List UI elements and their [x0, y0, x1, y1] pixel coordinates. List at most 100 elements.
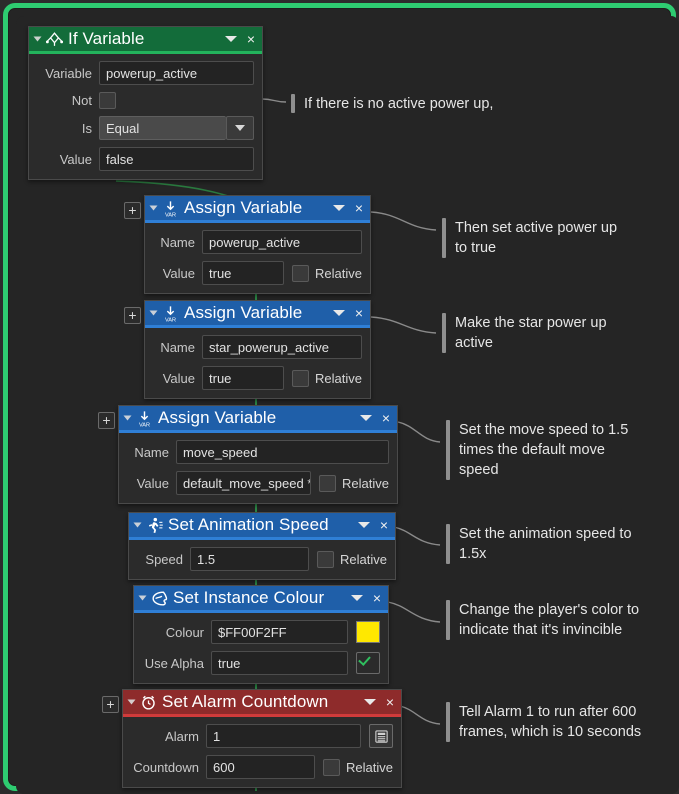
- value-input[interactable]: true: [202, 366, 285, 390]
- field-label: Countdown: [133, 759, 199, 775]
- use-alpha-input[interactable]: true: [211, 651, 348, 675]
- svg-text:VAR: VAR: [165, 317, 176, 323]
- node-header-assign-variable-2[interactable]: VAR Assign Variable ×: [145, 301, 370, 328]
- field-row-alarm: Alarm 1: [131, 724, 393, 748]
- collapse-triangle-icon[interactable]: [149, 310, 158, 316]
- field-row-name: Name powerup_active: [153, 230, 362, 254]
- node-header-set-alarm-countdown[interactable]: Set Alarm Countdown ×: [123, 690, 401, 717]
- close-icon[interactable]: ×: [353, 306, 365, 320]
- collapse-triangle-icon[interactable]: [123, 415, 132, 421]
- speed-input[interactable]: 1.5: [190, 547, 310, 571]
- collapse-triangle-icon[interactable]: [149, 205, 158, 211]
- node-if-variable[interactable]: If Variable × Variable powerup_active No…: [28, 26, 263, 180]
- annotation-text: Make the star power up active: [455, 315, 607, 351]
- branch-icon: [45, 31, 64, 46]
- collapse-triangle-icon[interactable]: [33, 36, 42, 42]
- chevron-down-icon: [235, 125, 245, 131]
- field-row-variable: Variable powerup_active: [37, 61, 254, 85]
- add-branch-button-3[interactable]: +: [98, 412, 115, 429]
- collapse-triangle-icon[interactable]: [133, 522, 142, 528]
- relative-checkbox[interactable]: [319, 474, 337, 492]
- name-input[interactable]: powerup_active: [202, 230, 362, 254]
- countdown-input[interactable]: 600: [206, 755, 316, 779]
- node-set-animation-speed[interactable]: Set Animation Speed × Speed 1.5 Relative: [128, 512, 396, 580]
- close-icon[interactable]: ×: [245, 32, 257, 46]
- colour-input[interactable]: $FF00F2FF: [211, 620, 348, 644]
- chevron-down-icon[interactable]: [225, 36, 237, 42]
- relative-label: Relative: [315, 265, 362, 281]
- node-title: Set Instance Colour: [173, 588, 325, 607]
- node-header-if-variable[interactable]: If Variable ×: [29, 27, 262, 54]
- visual-script-canvas[interactable]: If Variable × Variable powerup_active No…: [16, 16, 679, 794]
- value-input[interactable]: default_move_speed * 1.5: [176, 471, 312, 495]
- annotation-text: Change the player's color to indicate th…: [459, 602, 640, 638]
- chevron-down-icon[interactable]: [333, 205, 345, 211]
- colour-swatch[interactable]: [356, 621, 380, 643]
- collapse-triangle-icon[interactable]: [127, 699, 136, 705]
- alarm-clock-icon: [142, 695, 155, 710]
- close-icon[interactable]: ×: [371, 591, 383, 605]
- relative-checkbox[interactable]: [323, 758, 341, 776]
- node-assign-variable-3[interactable]: VAR Assign Variable × Name move_speed Va…: [118, 405, 398, 504]
- node-set-instance-colour[interactable]: Set Instance Colour × Colour $FF00F2FF U…: [133, 585, 389, 684]
- node-header-set-animation-speed[interactable]: Set Animation Speed ×: [129, 513, 395, 540]
- is-dropdown-button[interactable]: [226, 116, 254, 140]
- var-icon: VAR: [139, 410, 150, 428]
- node-header-assign-variable-1[interactable]: VAR Assign Variable ×: [145, 196, 370, 223]
- node-set-alarm-countdown[interactable]: Set Alarm Countdown × Alarm 1 Countdown …: [122, 689, 402, 788]
- close-icon[interactable]: ×: [353, 201, 365, 215]
- field-row-countdown: Countdown 600 Relative: [131, 755, 393, 779]
- use-alpha-checkbox[interactable]: [356, 652, 380, 674]
- annotation-bar: [442, 218, 446, 258]
- field-row-value: Value false: [37, 147, 254, 171]
- annotation-bar: [446, 600, 450, 640]
- close-icon[interactable]: ×: [380, 411, 392, 425]
- name-input[interactable]: star_powerup_active: [202, 335, 362, 359]
- relative-label: Relative: [315, 370, 362, 386]
- name-input[interactable]: move_speed: [176, 440, 389, 464]
- value-input[interactable]: false: [99, 147, 254, 171]
- add-branch-button-2[interactable]: +: [124, 307, 141, 324]
- field-row-value: Value true Relative: [153, 366, 362, 390]
- node-assign-variable-2[interactable]: VAR Assign Variable × Name star_powerup_…: [144, 300, 371, 399]
- annotation-text: Set the animation speed to 1.5x: [459, 526, 632, 562]
- chevron-down-icon[interactable]: [351, 595, 363, 601]
- annotation-text: Then set active power up to true: [455, 220, 618, 256]
- annotation-6: Change the player's color to indicate th…: [446, 600, 639, 640]
- field-label: Alarm: [165, 728, 199, 744]
- node-assign-variable-1[interactable]: VAR Assign Variable × Name powerup_activ…: [144, 195, 371, 294]
- field-row-colour: Colour $FF00F2FF: [142, 620, 380, 644]
- close-icon[interactable]: ×: [378, 518, 390, 532]
- node-body-assign-variable-2: Name star_powerup_active Value true Rela…: [145, 328, 370, 398]
- alarm-input[interactable]: 1: [206, 724, 361, 748]
- add-branch-button-4[interactable]: +: [102, 696, 119, 713]
- chevron-down-icon[interactable]: [364, 699, 376, 705]
- chevron-down-icon[interactable]: [358, 522, 370, 528]
- not-checkbox[interactable]: [99, 92, 116, 109]
- add-branch-button-1[interactable]: +: [124, 202, 141, 219]
- palette-icon: [152, 590, 168, 606]
- annotation-bar: [291, 94, 295, 113]
- collapse-triangle-icon[interactable]: [138, 595, 147, 601]
- annotation-bar: [446, 420, 450, 480]
- is-dropdown-value[interactable]: Equal: [99, 116, 226, 140]
- variable-input[interactable]: powerup_active: [99, 61, 254, 85]
- value-input[interactable]: true: [202, 261, 285, 285]
- relative-checkbox[interactable]: [317, 550, 335, 568]
- field-row-use-alpha: Use Alpha true: [142, 651, 380, 675]
- node-header-assign-variable-3[interactable]: VAR Assign Variable ×: [119, 406, 397, 433]
- relative-checkbox[interactable]: [292, 369, 310, 387]
- field-label: Name: [134, 444, 169, 460]
- annotation-3: Make the star power up active: [442, 313, 607, 353]
- var-icon: VAR: [165, 200, 176, 218]
- list-icon: [374, 729, 388, 743]
- alarm-picker-button[interactable]: [369, 724, 393, 748]
- node-header-set-instance-colour[interactable]: Set Instance Colour ×: [134, 586, 388, 613]
- svg-text:VAR: VAR: [139, 422, 150, 428]
- chevron-down-icon[interactable]: [360, 415, 372, 421]
- node-title: Assign Variable: [158, 408, 277, 427]
- relative-checkbox[interactable]: [292, 264, 310, 282]
- node-body-assign-variable-1: Name powerup_active Value true Relative: [145, 223, 370, 293]
- close-icon[interactable]: ×: [384, 695, 396, 709]
- chevron-down-icon[interactable]: [333, 310, 345, 316]
